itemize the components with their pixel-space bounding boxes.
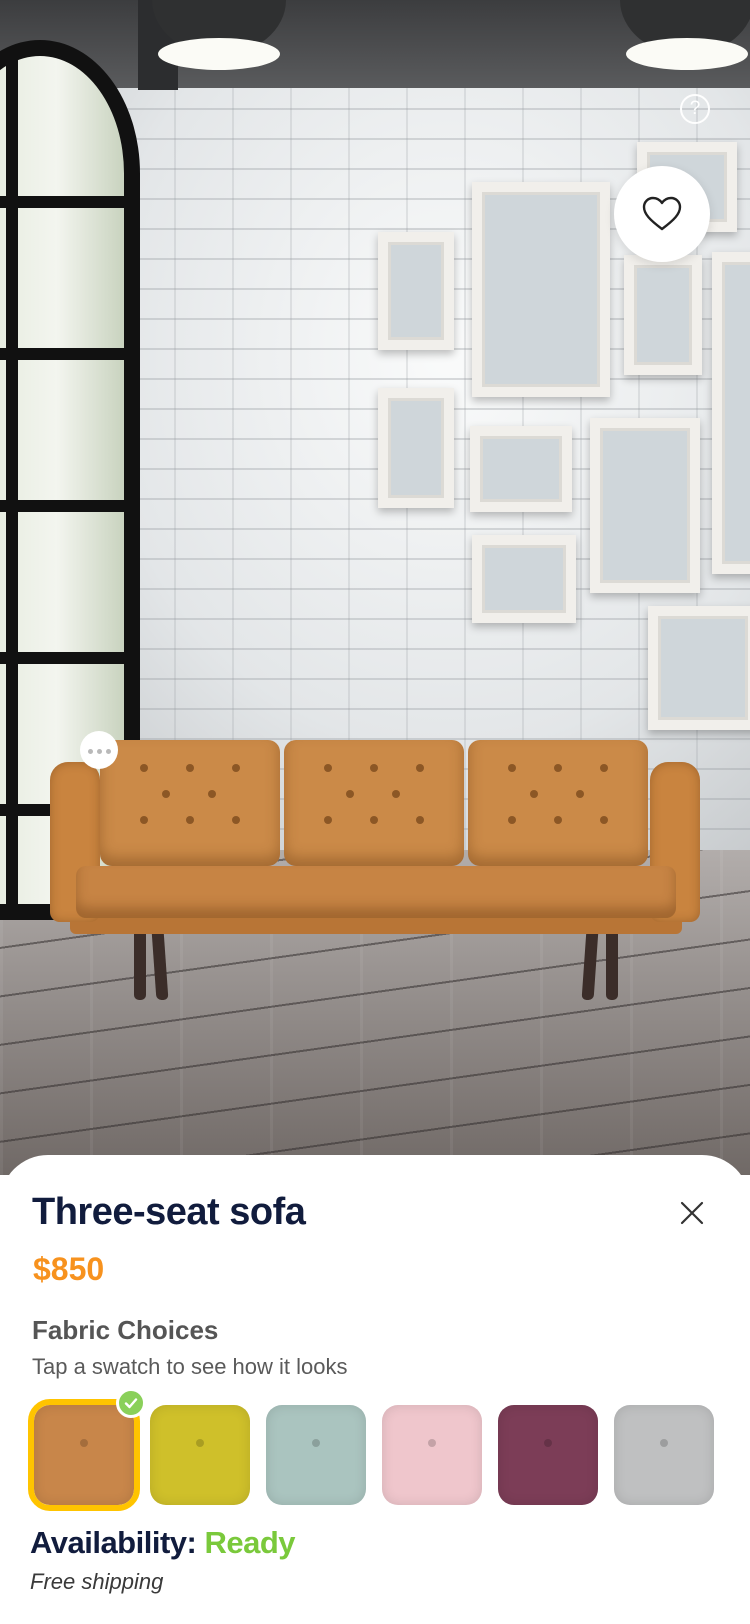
fabric-swatch-caramel[interactable] xyxy=(28,1399,140,1511)
shipping-info: Free shipping xyxy=(30,1569,164,1594)
pendant-lamp xyxy=(620,0,750,70)
fabric-swatch-plum[interactable] xyxy=(498,1405,598,1505)
swatch-button-tuft xyxy=(544,1439,552,1447)
picture-frame xyxy=(590,418,700,593)
more-options-button[interactable] xyxy=(80,731,118,769)
more-icon xyxy=(86,741,113,759)
picture-frame xyxy=(378,232,454,350)
swatch-button-tuft xyxy=(196,1439,204,1447)
swatch-button-tuft xyxy=(80,1439,88,1447)
fabric-hint: Tap a swatch to see how it looks xyxy=(32,1354,348,1379)
sofa-preview[interactable] xyxy=(50,740,700,1010)
heart-icon xyxy=(642,196,682,231)
availability-status: Ready xyxy=(204,1525,296,1560)
picture-frame xyxy=(470,426,572,512)
fabric-swatch-sage[interactable] xyxy=(266,1405,366,1505)
product-sheet: Three-seat sofa $850 Fabric Choices Tap … xyxy=(0,1155,750,1624)
close-icon xyxy=(680,1201,704,1225)
picture-frame xyxy=(378,388,454,508)
availability-label: Availability: xyxy=(30,1525,197,1560)
product-price: $850 xyxy=(33,1251,105,1287)
picture-frame xyxy=(648,606,750,730)
fabric-swatch-heather-grey[interactable] xyxy=(614,1405,714,1505)
close-button[interactable] xyxy=(676,1197,708,1229)
fabric-swatch-mustard[interactable] xyxy=(150,1405,250,1505)
product-title: Three-seat sofa xyxy=(32,1191,306,1233)
picture-frame xyxy=(624,255,702,375)
pendant-lamp xyxy=(152,0,286,70)
selected-check-icon xyxy=(116,1388,146,1418)
picture-frame xyxy=(472,182,610,397)
picture-frame xyxy=(472,535,576,623)
availability: Availability: Ready xyxy=(30,1525,296,1561)
picture-frame xyxy=(712,252,750,574)
favorite-button[interactable] xyxy=(614,166,710,262)
help-icon[interactable]: ? xyxy=(680,94,710,124)
swatch-button-tuft xyxy=(660,1439,668,1447)
fabric-swatch-list xyxy=(26,1388,736,1511)
fabric-heading: Fabric Choices xyxy=(32,1315,219,1345)
swatch-button-tuft xyxy=(428,1439,436,1447)
fabric-swatch-blush[interactable] xyxy=(382,1405,482,1505)
swatch-button-tuft xyxy=(312,1439,320,1447)
room-scene: ? xyxy=(0,0,750,1175)
